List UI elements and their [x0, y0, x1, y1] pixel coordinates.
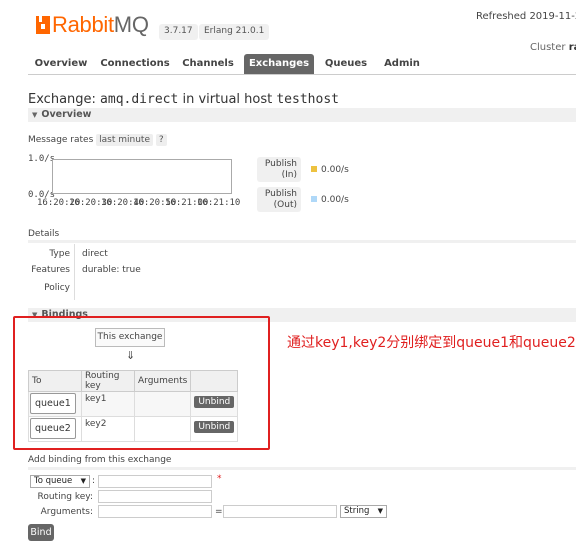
tab-connections[interactable]: Connections: [98, 54, 172, 74]
message-rates-label: Message rates: [28, 135, 94, 145]
routing-key-label: Routing key:: [37, 492, 94, 502]
legend-publish-in-value: 0.00/s: [311, 165, 349, 175]
legend-label-sub: (In): [281, 170, 297, 180]
queue-link[interactable]: queue2: [30, 418, 76, 439]
dropdown-caret-icon: ▼: [80, 477, 86, 485]
required-marker: *: [217, 474, 222, 484]
tab-channels[interactable]: Channels: [178, 54, 238, 74]
brand-mq: MQ: [113, 12, 149, 37]
brand-rabbit: Rabbit: [52, 12, 114, 37]
rabbitmq-logo-icon: [36, 16, 50, 34]
vhost-name: testhost: [276, 92, 339, 107]
arguments-cell: [133, 416, 192, 442]
refreshed-timestamp[interactable]: Refreshed 2019-11-25 1: [476, 11, 576, 22]
dropdown-caret-icon: ▼: [377, 507, 383, 515]
swatch-icon: [311, 196, 317, 202]
help-icon[interactable]: ?: [155, 134, 167, 146]
detail-features-label: Features: [31, 265, 70, 275]
add-binding-heading: Add binding from this exchange: [28, 455, 172, 465]
colon-label: :: [92, 476, 96, 486]
exchange-name: amq.direct: [100, 92, 179, 107]
details-heading: Details: [28, 229, 60, 239]
destination-type-value: To queue: [34, 476, 73, 486]
arguments-label: Arguments:: [40, 507, 93, 517]
detail-type-value: direct: [82, 249, 108, 259]
tab-queues[interactable]: Queues: [320, 54, 372, 74]
detail-type-label: Type: [49, 249, 70, 259]
argument-value-input[interactable]: [223, 505, 337, 518]
unbind-button[interactable]: Unbind: [194, 421, 235, 433]
range-selector[interactable]: last minute: [96, 134, 153, 146]
col-arguments: Arguments: [133, 370, 192, 392]
swatch-icon: [311, 166, 317, 172]
collapse-triangle-icon: ▼: [32, 111, 38, 119]
col-routing-key: Routing key: [81, 370, 135, 392]
legend-label-sub: (Out): [273, 200, 297, 210]
detail-policy-label: Policy: [44, 283, 70, 293]
overview-section-toggle[interactable]: ▼ Overview: [28, 108, 576, 122]
rate-value: 0.00/s: [321, 195, 349, 205]
brand-logo[interactable]: RabbitMQ: [52, 12, 149, 38]
cluster-name: rab: [568, 42, 576, 53]
this-exchange-box: This exchange: [95, 328, 165, 347]
bind-button[interactable]: Bind: [28, 524, 54, 541]
page-title: Exchange: amq.direct in virtual host tes…: [28, 92, 339, 107]
message-rates-chart: [52, 159, 232, 194]
unbind-button[interactable]: Unbind: [194, 396, 235, 408]
table-header: To Routing key Arguments: [28, 370, 239, 392]
legend-publish-in: Publish (In): [257, 157, 301, 182]
table-row: queue2 key2 Unbind: [28, 416, 239, 442]
message-rates-row: Message rates last minute ?: [28, 134, 167, 146]
down-arrow-icon: ⇓: [126, 349, 136, 362]
add-binding-divider: [28, 467, 576, 470]
rate-value: 0.00/s: [321, 165, 349, 175]
tab-admin[interactable]: Admin: [378, 54, 426, 74]
legend-label: Publish: [264, 159, 297, 169]
col-action: [190, 370, 239, 392]
title-mid: in virtual host: [182, 92, 273, 107]
col-to: To: [28, 370, 82, 392]
tab-overview[interactable]: Overview: [30, 54, 92, 74]
queue-link[interactable]: queue1: [30, 393, 76, 414]
routing-key-cell: key2: [81, 416, 135, 442]
legend-publish-out-value: 0.00/s: [311, 195, 349, 205]
legend-publish-out: Publish (Out): [257, 187, 301, 212]
tab-exchanges[interactable]: Exchanges: [244, 54, 314, 74]
routing-key-cell: key1: [81, 391, 135, 417]
table-row: queue1 key1 Unbind: [28, 391, 239, 417]
version-badge: 3.7.17: [159, 24, 198, 40]
cluster-info: Cluster rab: [530, 42, 576, 53]
x-tick: 16:21:10: [197, 198, 241, 208]
cluster-label: Cluster: [530, 42, 566, 53]
routing-key-input[interactable]: [98, 490, 212, 503]
overview-section-title: Overview: [41, 109, 92, 120]
argument-type-select[interactable]: String ▼: [340, 505, 387, 518]
details-divider: [28, 240, 576, 243]
legend-label: Publish: [264, 189, 297, 199]
details-column-divider: [74, 244, 75, 300]
argument-type-value: String: [344, 506, 370, 516]
argument-key-input[interactable]: [98, 505, 212, 518]
destination-type-select[interactable]: To queue ▼: [30, 475, 90, 488]
title-prefix: Exchange:: [28, 92, 96, 107]
bindings-table: To Routing key Arguments queue1 key1 Unb…: [28, 370, 239, 442]
destination-name-input[interactable]: [98, 475, 212, 488]
erlang-badge: Erlang 21.0.1: [199, 24, 270, 40]
detail-features-value: durable: true: [82, 265, 141, 275]
equals-label: =: [215, 507, 223, 517]
arguments-cell: [133, 391, 192, 417]
main-nav: Overview Connections Channels Exchanges …: [28, 54, 576, 75]
annotation-text: 通过key1,key2分别绑定到queue1和queue2: [287, 335, 576, 351]
